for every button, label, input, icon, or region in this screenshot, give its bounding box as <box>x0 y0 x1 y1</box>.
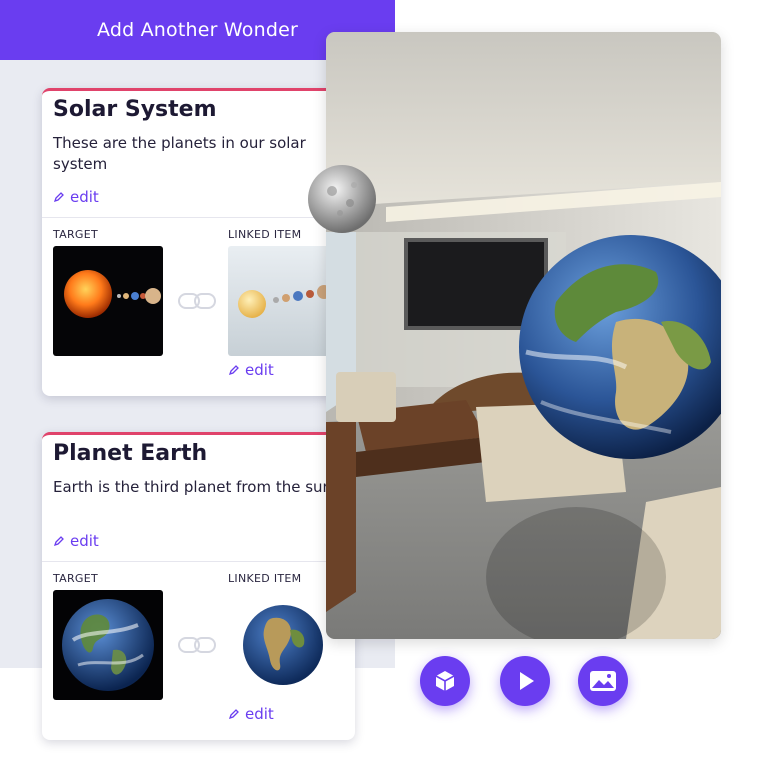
linked-item-label: LINKED ITEM <box>228 228 302 241</box>
wonder-card-planet-earth: Planet Earth Earth is the third planet f… <box>42 432 355 740</box>
edit-linked-item-link[interactable]: edit <box>228 361 274 379</box>
target-label: TARGET <box>53 572 99 585</box>
wonder-card-solar-system: Solar System These are the planets in ou… <box>42 88 355 396</box>
edit-card-link[interactable]: edit <box>53 188 99 206</box>
target-image-solar-system[interactable] <box>53 246 163 356</box>
edit-label: edit <box>70 188 99 206</box>
edit-label: edit <box>245 705 274 723</box>
link-icon <box>178 637 216 653</box>
play-icon <box>520 672 534 690</box>
image-icon <box>590 671 616 691</box>
card-divider <box>42 561 355 562</box>
card-description: Earth is the third planet from the sun <box>53 478 333 496</box>
card-description: These are the planets in our solar syste… <box>53 134 306 173</box>
target-image-earth[interactable] <box>53 590 163 700</box>
edit-card-link[interactable]: edit <box>53 532 99 550</box>
card-title: Planet Earth <box>53 441 208 466</box>
edit-label: edit <box>245 361 274 379</box>
card-title: Solar System <box>53 97 217 122</box>
linked-item-solar-system[interactable] <box>228 246 338 356</box>
video-button[interactable] <box>500 656 550 706</box>
target-label: TARGET <box>53 228 99 241</box>
image-button[interactable] <box>578 656 628 706</box>
pencil-icon <box>53 536 64 547</box>
edit-linked-item-link[interactable]: edit <box>228 705 274 723</box>
linked-item-earth[interactable] <box>228 590 338 700</box>
cube-icon <box>435 671 455 691</box>
pencil-icon <box>228 709 239 720</box>
pencil-icon <box>228 365 239 376</box>
edit-label: edit <box>70 532 99 550</box>
linked-item-label: LINKED ITEM <box>228 572 302 585</box>
moon-model[interactable] <box>306 163 378 235</box>
model-3d-button[interactable] <box>420 656 470 706</box>
ar-preview-scene[interactable] <box>326 32 721 639</box>
link-icon <box>178 293 216 309</box>
pencil-icon <box>53 192 64 203</box>
